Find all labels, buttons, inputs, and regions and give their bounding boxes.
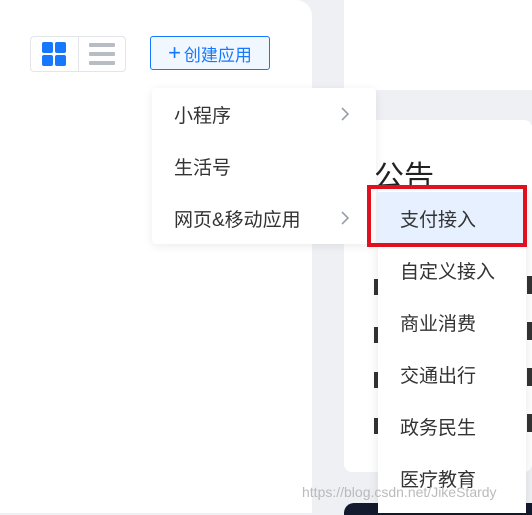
chevron-right-icon xyxy=(341,211,350,225)
plus-icon: + xyxy=(168,40,181,65)
watermark: https://blog.csdn.net/JikeStardy xyxy=(302,484,497,500)
list-icon xyxy=(88,43,115,65)
menu-item-web-mobile-app[interactable]: 网页&移动应用 xyxy=(152,192,376,244)
web-mobile-submenu: 支付接入 自定义接入 商业消费 交通出行 政务民生 医疗教育 xyxy=(378,188,526,513)
create-app-dropdown: 小程序 生活号 网页&移动应用 xyxy=(152,88,376,244)
submenu-item-commerce[interactable]: 商业消费 xyxy=(378,296,526,348)
menu-item-life-account[interactable]: 生活号 xyxy=(152,140,376,192)
create-app-label: 创建应用 xyxy=(183,45,252,65)
submenu-item-government[interactable]: 政务民生 xyxy=(378,400,526,452)
submenu-item-payment-access[interactable]: 支付接入 xyxy=(378,192,526,244)
grid-view-button[interactable] xyxy=(31,37,78,71)
grid-icon xyxy=(42,42,67,66)
view-toggle xyxy=(30,36,126,72)
notice-line-fragment xyxy=(527,414,532,432)
app-list-panel xyxy=(0,0,312,513)
create-app-button[interactable]: + 创建应用 xyxy=(150,36,270,70)
submenu-item-transport[interactable]: 交通出行 xyxy=(378,348,526,400)
top-right-panel xyxy=(344,0,532,90)
notice-line-fragment xyxy=(527,276,532,294)
notice-line-fragment xyxy=(527,368,532,386)
submenu-item-custom-access[interactable]: 自定义接入 xyxy=(378,244,526,296)
list-view-button[interactable] xyxy=(77,37,126,71)
notice-line-fragment xyxy=(527,322,532,340)
menu-item-mini-program[interactable]: 小程序 xyxy=(152,88,376,140)
chevron-right-icon xyxy=(341,107,350,121)
